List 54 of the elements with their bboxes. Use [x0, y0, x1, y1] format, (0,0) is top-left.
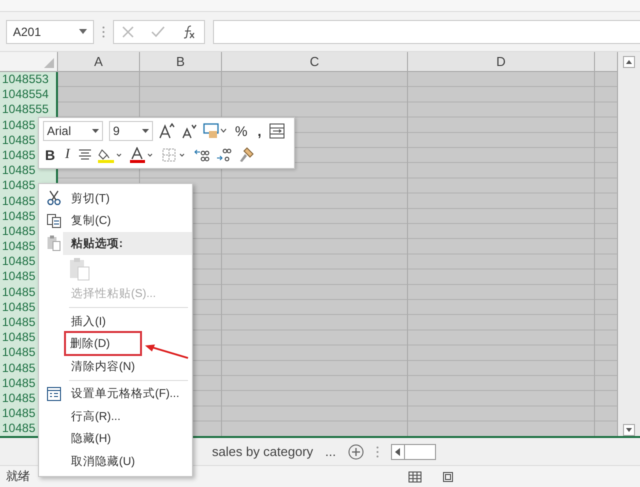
- grow-font-icon[interactable]: [159, 123, 175, 139]
- column-header[interactable]: A: [58, 52, 140, 71]
- check-icon[interactable]: [150, 26, 165, 38]
- italic-button[interactable]: I: [63, 147, 72, 163]
- page-layout-icon[interactable]: [442, 470, 454, 482]
- annotation-arrow: [143, 344, 189, 360]
- number-format-icon[interactable]: [203, 123, 227, 139]
- dropdown-caret-icon[interactable]: [142, 129, 149, 133]
- align-center-icon[interactable]: [78, 149, 92, 161]
- row-number[interactable]: 10485: [2, 148, 36, 162]
- menu-section-label: 粘贴选项:: [70, 236, 124, 252]
- decrease-decimal-icon[interactable]: [216, 147, 232, 163]
- font-size-field[interactable]: 9: [109, 121, 153, 141]
- sheet-tab[interactable]: sales by category: [212, 440, 314, 463]
- menu-item[interactable]: 设置单元格格式(F)...: [69, 385, 182, 402]
- shrink-font-icon[interactable]: [181, 123, 197, 139]
- formula-input[interactable]: [213, 20, 640, 44]
- fill-color-icon[interactable]: [98, 147, 124, 163]
- scroll-up-button[interactable]: [623, 56, 635, 68]
- paste-icon: [47, 235, 61, 252]
- scroll-left-arrow-icon[interactable]: [395, 448, 402, 456]
- menu-item[interactable]: 剪切(T): [69, 190, 112, 207]
- name-box[interactable]: A201: [6, 20, 94, 44]
- copy-icon: [47, 214, 61, 228]
- vertical-scrollbar[interactable]: [618, 52, 640, 436]
- grip-icon: [376, 446, 380, 458]
- percent-button[interactable]: %: [233, 123, 250, 139]
- menu-item[interactable]: 清除内容(N): [69, 358, 137, 375]
- more-sheets-ellipsis[interactable]: ...: [325, 444, 336, 459]
- column-header[interactable]: D: [408, 52, 595, 71]
- comma-button[interactable]: ,: [255, 123, 264, 139]
- menu-item[interactable]: 复制(C): [69, 212, 113, 230]
- horizontal-scrollbar[interactable]: [391, 444, 436, 460]
- menu-item[interactable]: 行高(R)...: [69, 408, 123, 425]
- function-icon[interactable]: [182, 24, 196, 38]
- menu-item[interactable]: 隐藏(H): [69, 430, 113, 448]
- wrap-text-icon[interactable]: [269, 123, 286, 139]
- format-cells-icon: [47, 386, 61, 401]
- grip-icon: [102, 26, 105, 38]
- menu-item[interactable]: 插入(I): [69, 312, 108, 330]
- bold-button[interactable]: B: [43, 147, 58, 163]
- scissors-icon: [47, 190, 61, 206]
- menu-item[interactable]: 删除(D): [66, 333, 140, 354]
- add-sheet-icon[interactable]: [348, 444, 364, 460]
- format-painter-icon[interactable]: [238, 147, 254, 163]
- scroll-down-button[interactable]: [623, 424, 635, 436]
- column-header[interactable]: B: [140, 52, 222, 71]
- font-name-field[interactable]: Arial: [43, 121, 103, 141]
- increase-decimal-icon[interactable]: [194, 147, 210, 163]
- dropdown-caret-icon[interactable]: [92, 129, 99, 133]
- column-header[interactable]: C: [222, 52, 408, 71]
- grid-view-icon[interactable]: [408, 470, 422, 482]
- menu-item[interactable]: 取消隐藏(U): [69, 452, 137, 470]
- status-text: 就绪: [6, 468, 30, 485]
